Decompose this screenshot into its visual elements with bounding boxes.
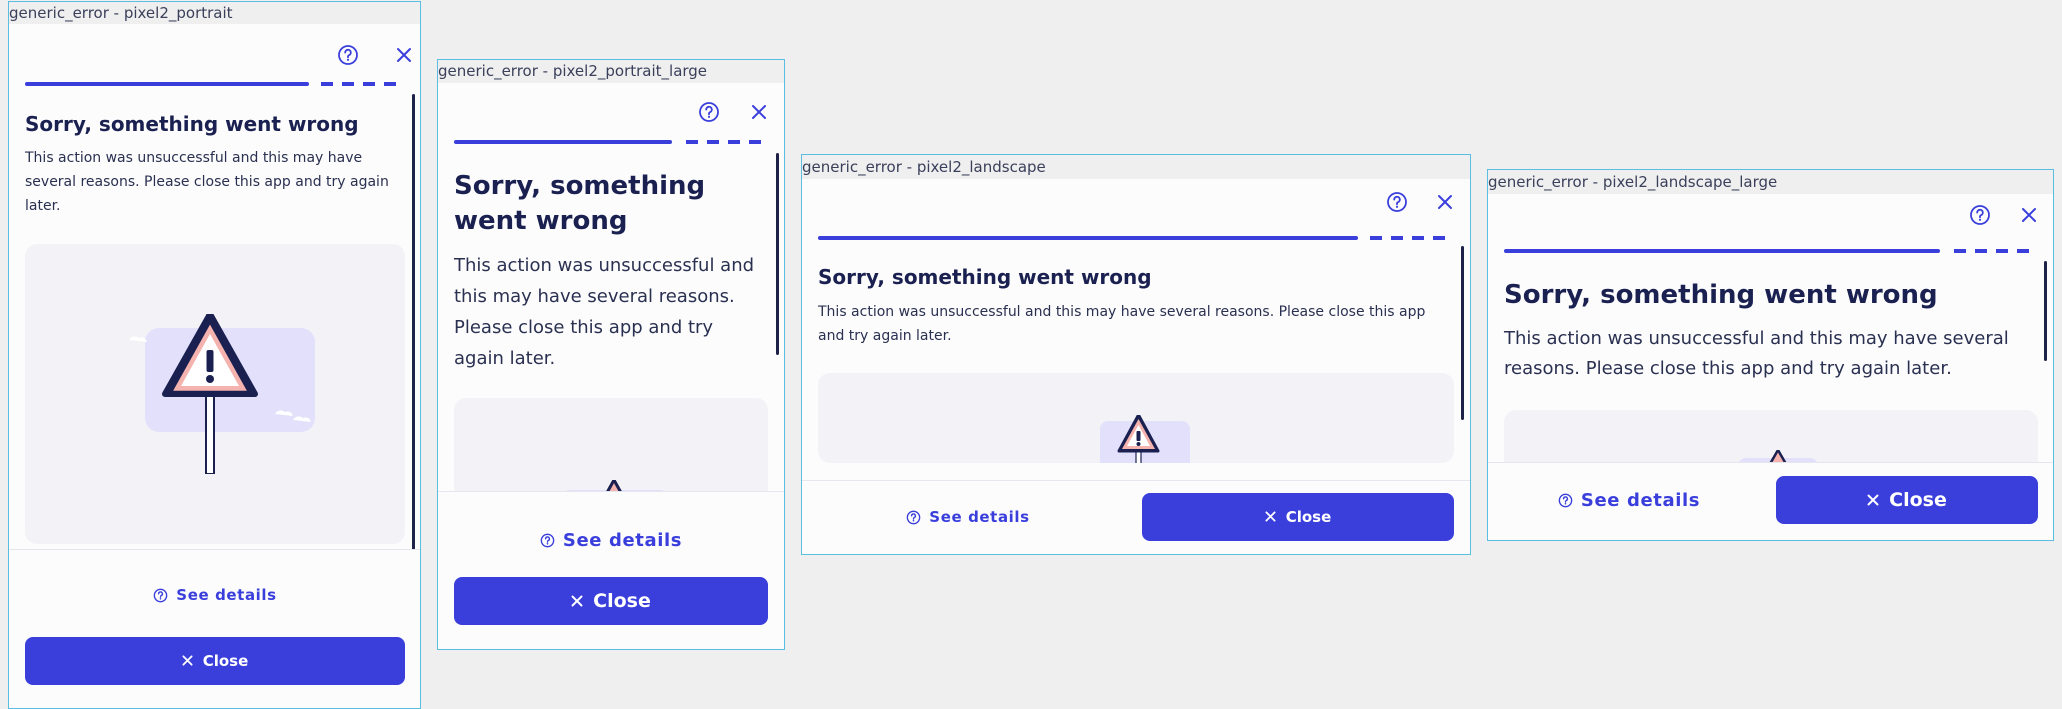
- error-title: Sorry, something went wrong: [1504, 280, 1938, 310]
- help-icon[interactable]: [335, 42, 361, 68]
- see-details-button[interactable]: See details: [454, 525, 768, 555]
- close-icon[interactable]: [746, 99, 772, 125]
- question-circle-icon: [1558, 493, 1573, 508]
- progress-indicator: [1504, 249, 2038, 253]
- error-screen: Sorry, something went wrong This action …: [1488, 194, 2053, 540]
- warning-sign-illustration: [129, 314, 315, 474]
- see-details-button[interactable]: See details: [818, 493, 1118, 541]
- close-icon[interactable]: [1432, 189, 1458, 215]
- illustration-card: [25, 244, 405, 544]
- error-title: Sorry, something went wrong: [818, 265, 1152, 289]
- see-details-button[interactable]: See details: [1504, 476, 1754, 524]
- close-button-label: Close: [1889, 489, 1947, 511]
- error-message: This action was unsuccessful and this ma…: [454, 255, 755, 369]
- close-x-icon: [1867, 489, 1879, 511]
- question-circle-icon: [906, 510, 921, 525]
- close-x-icon: [1265, 508, 1276, 526]
- error-screen: Sorry, something went wrong This action …: [438, 83, 784, 649]
- help-icon[interactable]: [1967, 202, 1993, 228]
- frame-label: generic_error - pixel2_landscape: [802, 155, 1470, 179]
- see-details-label: See details: [929, 508, 1030, 526]
- footer-actions: See details Close: [802, 480, 1470, 554]
- close-button[interactable]: Close: [1776, 476, 2038, 524]
- scrollbar[interactable]: [776, 153, 779, 355]
- error-message: This action was unsuccessful and this ma…: [818, 304, 1426, 344]
- close-icon[interactable]: [391, 42, 417, 68]
- close-button-label: Close: [593, 590, 651, 612]
- see-details-label: See details: [176, 586, 277, 604]
- close-button-label: Close: [1285, 508, 1332, 526]
- error-message: This action was unsuccessful and this ma…: [25, 150, 389, 214]
- error-title: Sorry, something went wrong: [454, 171, 706, 236]
- close-x-icon: [182, 652, 193, 670]
- error-screen: Sorry, something went wrong This action …: [9, 24, 420, 708]
- frame-label: generic_error - pixel2_landscape_large: [1488, 170, 2053, 194]
- frame-label: generic_error - pixel2_portrait_large: [438, 60, 784, 83]
- help-icon[interactable]: [696, 99, 722, 125]
- see-details-label: See details: [1580, 489, 1701, 511]
- scrollbar[interactable]: [412, 94, 415, 556]
- device-frame-portrait: generic_error - pixel2_portrait Sorry, s…: [8, 1, 421, 709]
- error-message: This action was unsuccessful and this ma…: [1504, 328, 2009, 379]
- close-button-label: Close: [202, 652, 249, 670]
- frame-label: generic_error - pixel2_portrait: [9, 2, 420, 24]
- close-button[interactable]: Close: [1142, 493, 1454, 541]
- close-icon[interactable]: [2016, 202, 2042, 228]
- device-frame-portrait-large: generic_error - pixel2_portrait_large So…: [437, 59, 785, 650]
- progress-indicator: [818, 236, 1454, 240]
- scrollbar[interactable]: [1461, 246, 1464, 420]
- close-button[interactable]: Close: [454, 577, 768, 625]
- help-icon[interactable]: [1384, 189, 1410, 215]
- scrollbar[interactable]: [2044, 261, 2047, 361]
- illustration-card: [818, 373, 1454, 463]
- question-circle-icon: [540, 533, 555, 548]
- see-details-button[interactable]: See details: [25, 580, 405, 610]
- footer-actions: See details Close: [438, 491, 784, 649]
- footer-actions: See details Close: [9, 549, 420, 708]
- question-circle-icon: [153, 588, 168, 603]
- device-frame-landscape: generic_error - pixel2_landscape Sorry, …: [801, 154, 1471, 555]
- error-screen: Sorry, something went wrong This action …: [802, 179, 1470, 554]
- progress-indicator: [25, 82, 405, 86]
- progress-indicator: [454, 140, 768, 144]
- close-button[interactable]: Close: [25, 637, 405, 685]
- error-title: Sorry, something went wrong: [25, 112, 359, 136]
- see-details-label: See details: [562, 529, 683, 551]
- device-frame-landscape-large: generic_error - pixel2_landscape_large S…: [1487, 169, 2054, 541]
- close-x-icon: [571, 590, 583, 612]
- footer-actions: See details Close: [1488, 462, 2053, 540]
- warning-sign-illustration: [1100, 415, 1190, 463]
